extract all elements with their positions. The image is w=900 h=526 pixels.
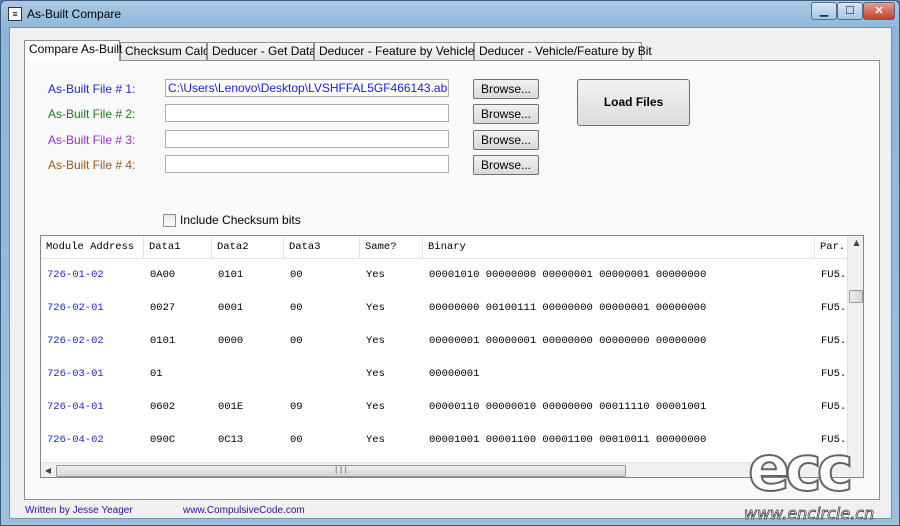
cell-binary: 00001001 00001100 00001100 00010011 0000… [429,434,707,446]
cell-data3 [284,358,290,391]
cell-same: Yes [366,368,385,380]
cell-binary: 00000000 00100111 00000000 00000001 0000… [429,302,707,314]
cell-par: FU5. [821,302,847,314]
file-4-label: As-Built File # 4: [48,158,136,172]
scrollbar-corner [847,462,863,477]
horizontal-scrollbar[interactable]: ◀ ||| [41,462,847,477]
table-row[interactable]: 726-02-01 0027 0001 00 Yes 00000000 0010… [41,292,847,325]
include-checksum-label[interactable]: Include Checksum bits [180,213,301,227]
cell-same: Yes [366,269,385,281]
column-header-binary[interactable]: Binary [423,236,815,259]
cell-data2: 001E [218,401,244,413]
cell-data2 [212,358,218,391]
cell-data3: 00 [290,269,303,281]
file-3-input[interactable] [165,130,449,148]
tab-deducer-vehicle-feature-by-bit[interactable]: Deducer - Vehicle/Feature by Bit [474,42,652,60]
cell-same: Yes [366,335,385,347]
cell-data1: 0027 [150,302,176,314]
cell-data2: 0C13 [218,434,244,446]
cell-address: 726-01-02 [47,269,104,281]
column-header-par[interactable]: Par. [815,236,847,259]
title-bar[interactable]: ≡ As-Built Compare ▁ ☐ ✕ [1,1,899,27]
column-header-same[interactable]: Same? [360,236,423,259]
table-row[interactable]: 726-03-01 01 Yes 00000001 FU5. [41,358,847,391]
cell-data1: 0A00 [150,269,176,281]
close-button[interactable]: ✕ [863,2,895,20]
cell-data1: 0101 [150,335,176,347]
client-area: Compare As-Built Checksum Calc Deducer -… [9,27,892,519]
tab-checksum-calc[interactable]: Checksum Calc [120,42,209,60]
cell-same: Yes [366,434,385,446]
file-3-label: As-Built File # 3: [48,133,136,147]
vertical-scrollbar[interactable]: ▲ [847,236,863,462]
maximize-button[interactable]: ☐ [837,2,863,20]
minimize-button[interactable]: ▁ [811,2,837,20]
cell-data1: 090C [150,434,176,446]
cell-address: 726-04-01 [47,401,104,413]
browse-file-2-button[interactable]: Browse... [473,104,539,124]
tab-deducer-feature-by-vehicles[interactable]: Deducer - Feature by Vehicles [314,42,480,60]
cell-data2: 0000 [218,335,244,347]
load-files-button[interactable]: Load Files [577,79,690,126]
compare-panel: As-Built File # 1: C:\Users\Lenovo\Deskt… [24,60,880,500]
table-row[interactable]: 726-01-02 0A00 0101 00 Yes 00001010 0000… [41,259,847,292]
grid-header: Module Address Data1 Data2 Data3 Same? B… [41,236,847,259]
scroll-left-arrow-icon[interactable]: ◀ [41,463,55,477]
browse-file-1-button[interactable]: Browse... [473,79,539,99]
cell-same: Yes [366,302,385,314]
include-checksum-checkbox[interactable] [163,214,176,227]
table-row[interactable]: 726-04-02 090C 0C13 00 Yes 00001001 0000… [41,424,847,457]
app-icon[interactable]: ≡ [8,7,22,21]
column-header-data1[interactable]: Data1 [144,236,212,259]
cell-par: FU5. [821,434,847,446]
cell-binary: 00000001 [429,368,480,380]
cell-address: 726-03-01 [47,368,104,380]
browse-file-4-button[interactable]: Browse... [473,155,539,175]
file-4-input[interactable] [165,155,449,173]
cell-address: 726-02-01 [47,302,104,314]
tab-compare-as-built[interactable]: Compare As-Built [24,40,122,61]
cell-binary: 00000001 00000001 00000000 00000000 0000… [429,335,707,347]
file-2-input[interactable] [165,104,449,122]
column-header-data2[interactable]: Data2 [212,236,284,259]
scroll-up-arrow-icon[interactable]: ▲ [848,236,863,250]
window-title: As-Built Compare [27,7,122,21]
file-1-label: As-Built File # 1: [48,82,136,96]
cell-data3: 00 [290,302,303,314]
table-row[interactable]: 726-04-01 0602 001E 09 Yes 00000110 0000… [41,391,847,424]
cell-data1: 0602 [150,401,176,413]
cell-par: FU5. [821,269,847,281]
cell-data3: 00 [290,434,303,446]
cell-data3: 00 [290,335,303,347]
file-1-input[interactable]: C:\Users\Lenovo\Desktop\LVSHFFAL5GF46614… [165,79,449,97]
table-row[interactable]: 726-02-02 0101 0000 00 Yes 00000001 0000… [41,325,847,358]
browse-file-3-button[interactable]: Browse... [473,130,539,150]
file-2-label: As-Built File # 2: [48,107,136,121]
cell-data2: 0001 [218,302,244,314]
cell-data1: 01 [150,368,163,380]
author-credit: Written by Jesse Yeager [25,505,133,516]
app-window: ≡ As-Built Compare ▁ ☐ ✕ Compare As-Buil… [0,0,900,526]
cell-par: FU5. [821,401,847,413]
website-link[interactable]: www.CompulsiveCode.com [183,505,305,516]
cell-address: 726-04-02 [47,434,104,446]
compare-grid[interactable]: Module Address Data1 Data2 Data3 Same? B… [40,235,864,478]
column-header-module-address[interactable]: Module Address [41,236,144,259]
column-header-data3[interactable]: Data3 [284,236,360,259]
tab-deducer-get-data[interactable]: Deducer - Get Data [207,42,316,60]
cell-par: FU5. [821,368,847,380]
vertical-scroll-thumb[interactable] [849,290,863,303]
cell-data3: 09 [290,401,303,413]
cell-same: Yes [366,401,385,413]
cell-address: 726-02-02 [47,335,104,347]
horizontal-scroll-thumb[interactable]: ||| [56,465,626,477]
cell-data2: 0101 [218,269,244,281]
cell-binary: 00001010 00000000 00000001 00000001 0000… [429,269,707,281]
cell-binary: 00000110 00000010 00000000 00011110 0000… [429,401,707,413]
cell-par: FU5. [821,335,847,347]
